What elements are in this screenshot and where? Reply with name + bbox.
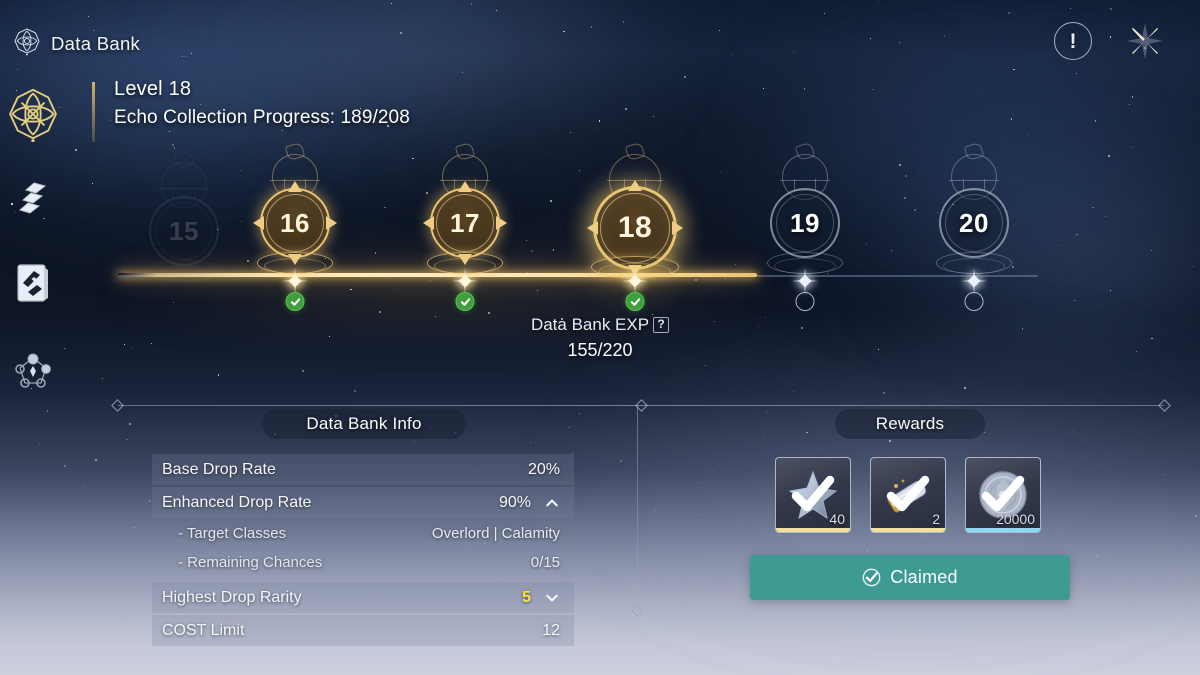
info-row-value: Overlord | Calamity (431, 525, 560, 542)
info-row-chevron[interactable] (544, 495, 560, 511)
info-row: Base Drop Rate 20% (152, 454, 574, 485)
claimed-check-icon (886, 475, 930, 512)
node-ring: 20 (939, 188, 1009, 258)
vertical-divider (631, 406, 643, 617)
info-row-key: Base Drop Rate (162, 460, 276, 478)
info-row: - Target Classes Overlord | Calamity (152, 520, 574, 547)
info-row: COST Limit 12 (152, 615, 574, 646)
track-node-marker-icon (282, 268, 308, 294)
node-ring: 19 (770, 188, 840, 258)
exclamation-icon: ! (1054, 22, 1092, 60)
echo-progress-label: Echo Collection Progress: 189/208 (114, 107, 410, 128)
track-node-marker-icon (452, 268, 478, 294)
level-node-20[interactable]: 20 (926, 141, 1022, 311)
level-node-art: 19 (757, 141, 853, 278)
info-row[interactable]: Highest Drop Rarity 5 (152, 582, 574, 613)
level-node-17[interactable]: 17 (417, 141, 513, 311)
node-status-badge (795, 292, 815, 311)
help-question-icon[interactable]: ? (653, 317, 670, 333)
data-bank-emblem-icon (9, 88, 57, 142)
claim-button-label: Claimed (890, 567, 958, 587)
check-icon (630, 297, 640, 306)
track-node-marker-icon (792, 268, 818, 294)
info-row[interactable]: Enhanced Drop Rate 90% (152, 487, 574, 518)
info-row-value: 12 (542, 621, 560, 639)
level-node-label: 17 (450, 207, 480, 238)
info-row-value: 0/15 (530, 554, 560, 571)
info-row-key: - Remaining Chances (178, 554, 323, 571)
reward-item[interactable]: 2 (870, 457, 946, 533)
info-row-value: 90% (498, 493, 531, 511)
node-status-badge (625, 292, 645, 311)
track-node-marker-icon (961, 268, 987, 294)
exp-label: Data Bank EXP (530, 315, 650, 334)
data-bank-exp: Data Bank EXP ? 155/220 (0, 315, 1200, 361)
level-node-art: 16 (247, 141, 343, 278)
level-node-label: 18 (617, 211, 653, 244)
info-row: - Remaining Chances 0/15 (152, 549, 574, 576)
check-circle-icon (862, 568, 881, 587)
info-row-chevron[interactable] (544, 590, 560, 606)
level-node-label: 15 (169, 215, 199, 246)
data-bank-emblem-icon (12, 26, 42, 61)
level-node-label: 20 (959, 207, 989, 238)
level-node-label: 16 (280, 207, 310, 238)
level-node-18[interactable]: 18 (579, 141, 691, 311)
level-node-16[interactable]: 16 (247, 141, 343, 311)
check-icon (460, 297, 470, 306)
node-ring: 17 (423, 181, 507, 265)
level-label: Level 18 (114, 78, 192, 100)
page-title: Data Bank (12, 26, 140, 61)
level-summary: Level 18 Echo Collection Progress: 189/2… (92, 78, 410, 142)
reward-claimed-overlay (776, 458, 850, 532)
level-node-faded: 15 (136, 149, 232, 286)
exp-value: 155/220 (567, 340, 633, 360)
chevron-up-icon (546, 499, 558, 506)
reward-claimed-overlay (871, 458, 945, 532)
level-node-label: 19 (790, 207, 820, 238)
track-node-marker-icon (622, 268, 648, 294)
level-node-art: 20 (926, 141, 1022, 278)
info-panel-title: Data Bank Info (262, 409, 466, 439)
info-row-key: Highest Drop Rarity (162, 588, 302, 606)
claimed-check-icon (981, 475, 1025, 512)
reward-item[interactable]: 40 (775, 457, 851, 533)
chevron-down-icon (546, 594, 558, 601)
header-actions: ! (1054, 20, 1166, 62)
claim-button[interactable]: Claimed (750, 555, 1070, 600)
node-status-badge (285, 292, 305, 311)
close-star-icon (1127, 23, 1163, 59)
level-node-19[interactable]: 19 (757, 141, 853, 311)
reward-item[interactable]: 20000 (965, 457, 1041, 533)
sidebar-item-data-bank[interactable] (4, 86, 62, 142)
section-divider (111, 399, 1171, 412)
level-node-art: 17 (417, 141, 513, 278)
info-row-value: 5 (522, 588, 531, 606)
node-ring: 16 (253, 181, 337, 265)
page-title-label: Data Bank (51, 32, 141, 54)
node-status-badge (455, 292, 475, 311)
check-icon (290, 297, 300, 306)
rewards-list: 40 2 20000 (775, 457, 1041, 533)
info-row-key: COST Limit (162, 621, 245, 639)
rewards-panel-title: Rewards (835, 409, 985, 439)
info-row-key: - Target Classes (178, 525, 287, 542)
claimed-check-icon (791, 475, 835, 512)
warning-info-button[interactable]: ! (1054, 22, 1092, 60)
reward-claimed-overlay (966, 458, 1040, 532)
info-row-key: Enhanced Drop Rate (162, 493, 312, 511)
data-bank-info-list: Base Drop Rate 20% Enhanced Drop Rate 90% - … (152, 454, 574, 648)
close-button[interactable] (1124, 20, 1166, 62)
node-status-badge (964, 292, 984, 311)
info-row-value: 20% (527, 460, 560, 478)
